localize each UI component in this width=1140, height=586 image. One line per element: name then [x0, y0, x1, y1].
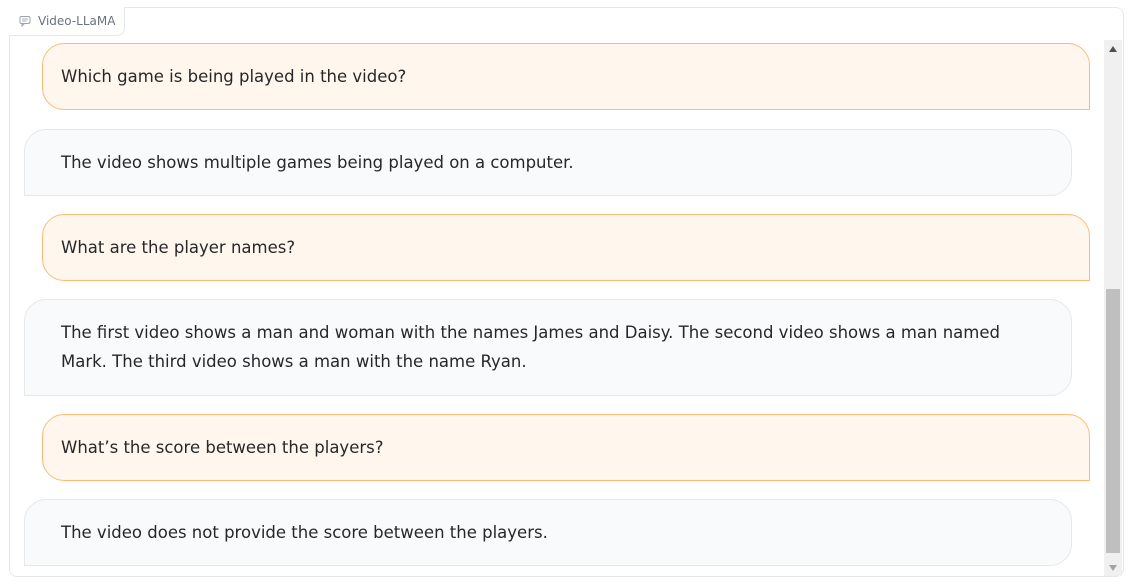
message-text: Which game is being played in the video?	[61, 67, 407, 86]
user-message: What’s the score between the players?	[42, 414, 1090, 481]
message-text: What are the player names?	[61, 238, 296, 257]
user-message: What are the player names?	[42, 214, 1090, 281]
message-text: What’s the score between the players?	[61, 438, 384, 457]
message-text: The video does not provide the score bet…	[61, 523, 548, 542]
bot-message: The video shows multiple games being pla…	[24, 129, 1072, 196]
vertical-scrollbar[interactable]	[1104, 40, 1122, 576]
message-text: The video shows multiple games being pla…	[61, 153, 574, 172]
scrollbar-thumb[interactable]	[1106, 289, 1120, 553]
bot-message: The first video shows a man and woman wi…	[24, 299, 1072, 396]
scroll-down-arrow-icon[interactable]	[1104, 559, 1122, 576]
user-message: Which game is being played in the video?	[42, 43, 1090, 110]
message-text: The first video shows a man and woman wi…	[61, 323, 1000, 371]
chat-icon	[19, 15, 31, 27]
scroll-up-arrow-icon[interactable]	[1104, 40, 1122, 57]
chatbot-label-text: Video-LLaMA	[38, 14, 116, 28]
chatbot-label: Video-LLaMA	[9, 7, 126, 36]
bot-message: The video does not provide the score bet…	[24, 499, 1072, 566]
